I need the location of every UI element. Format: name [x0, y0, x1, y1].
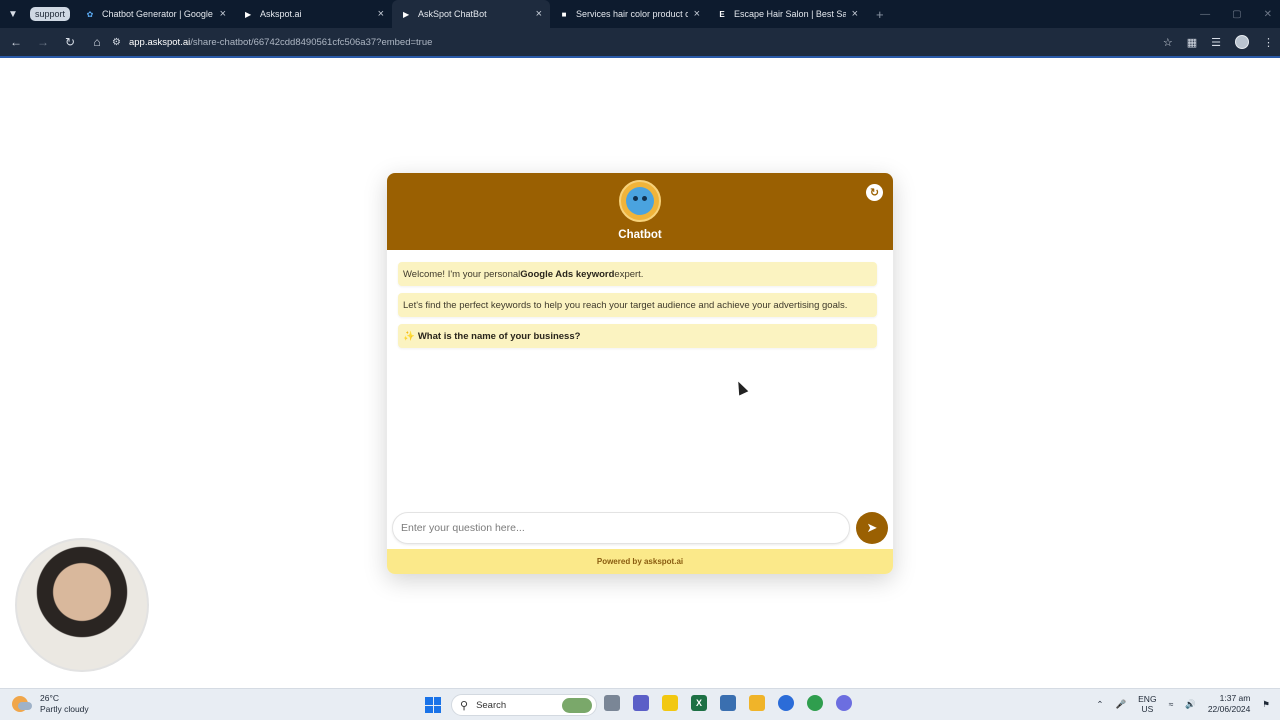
powered-by-footer[interactable]: Powered by askspot.ai — [387, 549, 893, 574]
minimize-icon[interactable]: — — [1200, 9, 1210, 20]
tab-title: Chatbot Generator | Google AI — [102, 9, 214, 19]
tab-title: Services hair color product colo — [576, 9, 688, 19]
volume-icon[interactable]: 🔊 — [1185, 699, 1196, 710]
refresh-icon[interactable]: ↻ — [866, 184, 883, 201]
settings-app-icon[interactable] — [836, 695, 852, 711]
chatbot-header: Chatbot ↻ — [387, 173, 893, 250]
input-row: ➤ — [392, 512, 888, 545]
region-code: US — [1141, 704, 1154, 714]
partly-cloudy-icon — [12, 696, 32, 712]
app-globe-icon[interactable] — [778, 695, 794, 711]
page-load-divider — [0, 56, 1280, 58]
toolbar-actions: ☆ ▦ ☰ ⋮ — [1163, 28, 1274, 56]
tab-title: Escape Hair Salon | Best San Di — [734, 9, 846, 19]
reading-list-icon[interactable]: ☰ — [1211, 36, 1221, 49]
language-code: ENG — [1138, 694, 1157, 704]
site-icon: ■ — [561, 9, 567, 19]
tab-escape-hair-salon[interactable]: E Escape Hair Salon | Best San Di × — [708, 0, 866, 28]
tab-askspot[interactable]: ▶ Askspot.ai × — [234, 0, 392, 28]
chatbot-title: Chatbot — [618, 229, 662, 241]
send-button[interactable]: ➤ — [856, 512, 888, 544]
back-arrow-icon[interactable]: ← — [4, 30, 28, 54]
clock[interactable]: 1:37 am 22/06/2024 — [1208, 693, 1251, 715]
taskbar-apps: X — [604, 695, 852, 711]
new-tab-button[interactable]: + — [876, 7, 884, 22]
bookmark-star-icon[interactable]: ☆ — [1163, 36, 1173, 49]
task-view-icon[interactable] — [604, 695, 620, 711]
clock-date: 22/06/2024 — [1207, 704, 1251, 714]
close-window-icon[interactable]: ✕ — [1264, 9, 1272, 20]
message-text: Welcome! I'm your personal — [403, 268, 521, 280]
language-indicator[interactable]: ENG US — [1138, 694, 1156, 714]
weather-temp: 26°C — [40, 693, 59, 703]
taskbar-search[interactable]: ⚲ Search — [451, 694, 597, 716]
address-bar[interactable]: ⚙ app.askspot.ai /share-chatbot/66742cdd… — [104, 31, 1130, 53]
tab-group-label[interactable]: support — [30, 7, 71, 21]
windows-start-icon[interactable] — [425, 697, 441, 713]
sparkle-icon: ✨ — [403, 330, 415, 342]
chrome-icon[interactable] — [807, 695, 823, 711]
microphone-icon[interactable]: 🎤 — [1116, 699, 1127, 710]
weather-desc: Partly cloudy — [40, 704, 89, 714]
message-list: Welcome! I'm your personal Google Ads ke… — [398, 262, 877, 355]
window-controls: — ▢ ✕ — [1200, 0, 1272, 28]
search-icon: ⚲ — [460, 699, 469, 712]
wifi-icon[interactable]: ≈ — [1169, 699, 1174, 709]
url-host: app.askspot.ai — [128, 36, 191, 48]
close-tab-icon[interactable]: × — [378, 8, 384, 20]
butterfly-icon: ✿ — [86, 9, 94, 19]
askspot-icon: ▶ — [402, 9, 410, 19]
site-info-icon[interactable]: ⚙ — [112, 37, 121, 48]
message-text: expert. — [614, 268, 644, 280]
bot-question: ✨ What is the name of your business? — [398, 324, 877, 348]
close-tab-icon[interactable]: × — [536, 8, 542, 20]
search-highlight-icon — [562, 698, 592, 713]
windows-taskbar: 26°C Partly cloudy ⚲ Search X ⌃ 🎤 ENG US… — [0, 688, 1280, 720]
bot-message: Let's find the perfect keywords to help … — [398, 293, 877, 317]
tab-chatbot-generator[interactable]: ✿ Chatbot Generator | Google AI × — [76, 0, 234, 28]
send-arrow-icon: ➤ — [866, 520, 878, 535]
bot-message: Welcome! I'm your personal Google Ads ke… — [398, 262, 877, 286]
browser-toolbar: ← → ↻ ⌂ ⚙ app.askspot.ai /share-chatbot/… — [0, 28, 1280, 56]
close-tab-icon[interactable]: × — [852, 8, 858, 20]
clock-time: 1:37 am — [1219, 693, 1251, 703]
question-text: What is the name of your business? — [417, 330, 581, 342]
browser-menu-icon[interactable]: ⋮ — [1263, 36, 1274, 49]
tab-services-hair-color[interactable]: ■ Services hair color product colo × — [550, 0, 708, 28]
webcam-overlay — [15, 538, 149, 672]
weather-text: 26°C Partly cloudy — [40, 693, 89, 715]
calculator-icon[interactable] — [720, 695, 736, 711]
askspot-icon: ▶ — [244, 9, 252, 19]
teams-chat-icon[interactable] — [633, 695, 649, 711]
reload-icon[interactable]: ↻ — [58, 30, 82, 54]
url-path: /share-chatbot/66742cdd8490561cfc506a37?… — [190, 36, 433, 48]
robot-face-icon — [626, 187, 654, 215]
search-label: Search — [476, 699, 507, 711]
system-tray: ⌃ 🎤 ENG US ≈ 🔊 1:37 am 22/06/2024 ⚑ — [1096, 693, 1270, 715]
profile-avatar-icon[interactable] — [1235, 35, 1249, 49]
tab-askspot-chatbot[interactable]: ▶ AskSpot ChatBot × — [392, 0, 551, 28]
notification-bell-icon[interactable]: ⚑ — [1262, 699, 1270, 710]
chevron-up-icon[interactable]: ⌃ — [1096, 699, 1103, 710]
forward-arrow-icon[interactable]: → — [31, 30, 55, 54]
close-tab-icon[interactable]: × — [694, 8, 700, 20]
weather-widget[interactable]: 26°C Partly cloudy — [12, 693, 89, 715]
letter-e-icon: E — [719, 9, 725, 19]
close-tab-icon[interactable]: × — [220, 8, 226, 20]
question-input[interactable] — [392, 512, 850, 544]
browser-tab-strip: ▼ support ✿ Chatbot Generator | Google A… — [0, 0, 1280, 28]
message-bold-text: Google Ads keyword — [520, 268, 615, 280]
file-explorer-icon[interactable] — [749, 695, 765, 711]
bot-avatar-icon — [619, 180, 661, 222]
excel-icon[interactable]: X — [691, 695, 707, 711]
tab-title: Askspot.ai — [260, 9, 302, 19]
message-text: Let's find the perfect keywords to help … — [403, 299, 848, 311]
tab-search-chevron-icon[interactable]: ▼ — [0, 0, 26, 28]
maximize-icon[interactable]: ▢ — [1232, 9, 1241, 20]
sticky-notes-icon[interactable] — [662, 695, 678, 711]
chatbot-widget: Chatbot ↻ Welcome! I'm your personal Goo… — [387, 173, 893, 574]
extensions-puzzle-icon[interactable]: ▦ — [1187, 36, 1197, 49]
tab-title: AskSpot ChatBot — [418, 9, 487, 19]
